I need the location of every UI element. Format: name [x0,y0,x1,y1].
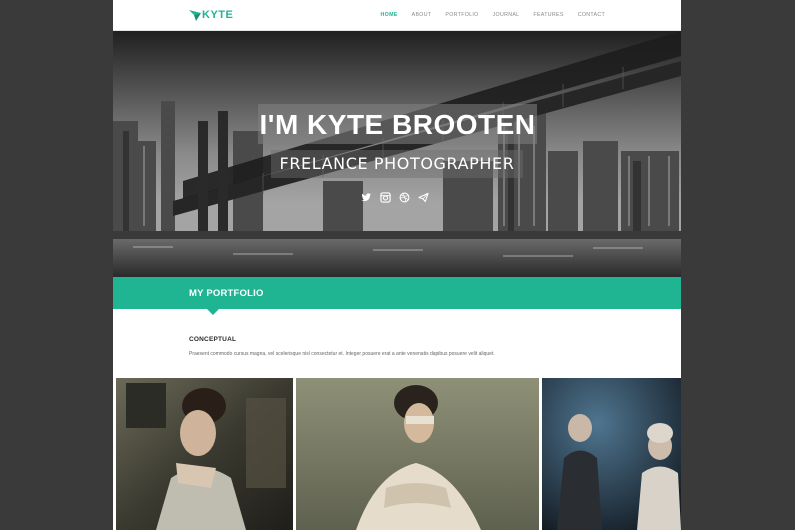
nav-portfolio[interactable]: PORTFOLIO [445,12,478,18]
instagram-icon[interactable] [380,192,391,203]
nav-features[interactable]: FEATURES [533,12,563,18]
nav-contact[interactable]: CONTACT [578,12,605,18]
paper-plane-icon[interactable] [418,192,429,203]
hero-banner: I'M KYTE BROOTEN FRELANCE PHOTOGRAPHER [113,31,681,277]
portfolio-gallery [113,378,681,530]
site-header: KYTE HOME ABOUT PORTFOLIO JOURNAL FEATUR… [113,0,681,31]
page: KYTE HOME ABOUT PORTFOLIO JOURNAL FEATUR… [113,0,681,530]
nav-journal[interactable]: JOURNAL [493,12,520,18]
portfolio-section-header: MY PORTFOLIO [113,277,681,309]
section-pointer [207,309,219,315]
portfolio-title: MY PORTFOLIO [189,288,264,299]
nav-home[interactable]: HOME [381,12,398,18]
category-title: CONCEPTUAL [189,336,237,343]
logo-icon [189,10,201,21]
nav-about[interactable]: ABOUT [412,12,432,18]
category-description: Praesent commodo cursus magna, vel scele… [189,351,495,357]
portfolio-photo-2[interactable] [296,378,539,530]
hero-title: I'M KYTE BROOTEN [259,109,536,140]
hero-subtitle: FRELANCE PHOTOGRAPHER [279,154,515,173]
portfolio-photo-1[interactable] [116,378,293,530]
portfolio-photo-3[interactable] [542,378,681,530]
logo-text: KYTE [202,9,234,21]
main-nav: HOME ABOUT PORTFOLIO JOURNAL FEATURES CO… [367,12,605,18]
dribbble-icon[interactable] [399,192,410,203]
logo[interactable]: KYTE [189,9,233,21]
social-links [361,192,429,203]
twitter-icon[interactable] [361,192,372,203]
